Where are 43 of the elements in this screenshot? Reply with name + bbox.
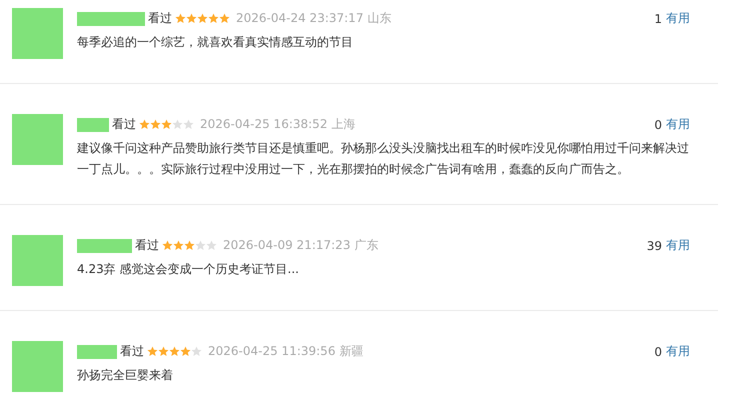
star-icon <box>173 240 184 251</box>
star-icon <box>139 119 150 130</box>
redacted-username <box>77 344 117 358</box>
comment-time: 2026-04-25 16:38:52 上海 <box>200 116 356 133</box>
vote-count: 1 <box>654 12 662 26</box>
avatar[interactable] <box>12 341 63 392</box>
vote-count: 0 <box>654 344 662 358</box>
star-icon <box>162 240 173 251</box>
avatar[interactable] <box>12 235 63 286</box>
star-icon <box>180 346 191 357</box>
vote-count: 39 <box>646 238 662 252</box>
watch-status: 看过 <box>120 343 144 360</box>
star-icon <box>184 240 195 251</box>
useful-link[interactable]: 有用 <box>666 116 690 133</box>
avatar[interactable] <box>12 8 63 59</box>
star-icon <box>169 346 180 357</box>
useful-link[interactable]: 有用 <box>666 237 690 254</box>
watch-status: 看过 <box>148 10 172 27</box>
useful-link[interactable]: 有用 <box>666 10 690 27</box>
comment-text: 4.23弃 感觉这会变成一个历史考证节目... <box>77 261 300 278</box>
avatar[interactable] <box>12 114 63 165</box>
redacted-username <box>77 12 145 26</box>
vote-count: 0 <box>654 118 662 132</box>
comment-text: 孙扬完全巨婴来着 <box>77 367 174 384</box>
redacted-username <box>77 118 109 132</box>
comment-text: 建议像千问这种产品赞助旅行类节目还是慎重吧。孙杨那么没头没脑找出租车的时候咋没见你哪怕用过千问来解决过一丁点儿。。。实际旅行过程中没用过一下，光在那摆拍的时候念广告词有啥用，蠢蠢的反向广而告之。 <box>77 140 690 178</box>
star-icon <box>158 346 169 357</box>
star-icon <box>186 13 197 24</box>
redacted-username <box>77 238 132 252</box>
star-icon <box>219 13 230 24</box>
star-icon <box>150 119 161 130</box>
star-icon <box>208 13 219 24</box>
comment-time: 2026-04-09 21:17:23 广东 <box>223 237 378 254</box>
star-icon <box>147 346 158 357</box>
star-icon <box>197 13 208 24</box>
watch-status: 看过 <box>112 116 136 133</box>
comment-text: 每季必追的一个综艺，就喜欢看真实情感互动的节目 <box>77 34 354 51</box>
star-icon <box>161 119 172 130</box>
star-icon <box>175 13 186 24</box>
comment-time: 2026-04-25 11:39:56 新疆 <box>208 343 364 360</box>
comment-time: 2026-04-24 23:37:17 山东 <box>236 10 392 27</box>
watch-status: 看过 <box>135 237 159 254</box>
useful-link[interactable]: 有用 <box>666 343 690 360</box>
